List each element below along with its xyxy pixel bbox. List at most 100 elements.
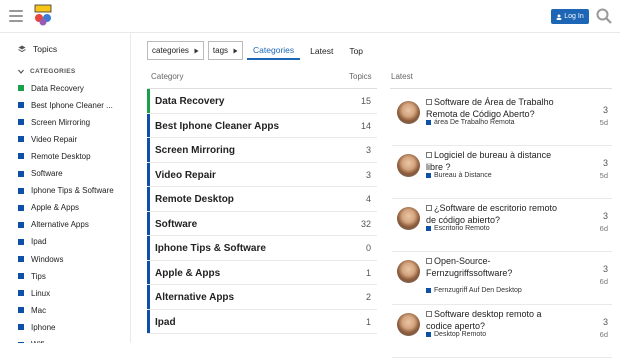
category-row[interactable]: Best Iphone Cleaner Apps 14 bbox=[147, 113, 377, 138]
search-icon[interactable] bbox=[596, 8, 612, 24]
sidebar-category-item[interactable]: Mac bbox=[18, 304, 46, 316]
sidebar-category-item[interactable]: Windows bbox=[18, 253, 63, 265]
topic-activity-age[interactable]: 6d bbox=[600, 224, 608, 233]
category-name-link[interactable]: Data Recovery bbox=[155, 96, 224, 107]
category-color-badge bbox=[18, 85, 24, 91]
category-row[interactable]: Alternative Apps 2 bbox=[147, 285, 377, 310]
site-logo[interactable] bbox=[33, 4, 53, 26]
topic-title-link[interactable]: Software de Área de Trabalho Remota de C… bbox=[426, 97, 566, 120]
sidebar-category-item[interactable]: Software bbox=[18, 168, 63, 180]
topic-category-label: Fernzugriff Auf Den Desktop bbox=[434, 287, 522, 294]
topic-category-badge[interactable]: Escritorio Remoto bbox=[426, 225, 490, 232]
avatar[interactable] bbox=[397, 313, 420, 336]
sidebar-category-item[interactable]: Iphone bbox=[18, 321, 55, 333]
category-name-link[interactable]: Screen Mirroring bbox=[155, 145, 235, 156]
topic-activity-age[interactable]: 5d bbox=[600, 118, 608, 127]
avatar[interactable] bbox=[397, 207, 420, 230]
category-column-header: Category bbox=[151, 72, 184, 81]
avatar[interactable] bbox=[397, 260, 420, 283]
topic-title-link[interactable]: ¿Software de escritorio remoto de código… bbox=[426, 203, 566, 226]
category-color-bar bbox=[147, 309, 150, 333]
latest-column-header: Latest bbox=[391, 72, 413, 81]
category-row[interactable]: Screen Mirroring 3 bbox=[147, 138, 377, 163]
topic-title-link[interactable]: Logiciel de bureau à distance libre ? bbox=[426, 150, 566, 173]
topic-activity-age[interactable]: 5d bbox=[600, 171, 608, 180]
sidebar-category-item[interactable]: Video Repair bbox=[18, 133, 77, 145]
topic-activity-age[interactable]: 6d bbox=[600, 277, 608, 286]
category-topic-count: 1 bbox=[365, 267, 371, 278]
sidebar-categories-toggle[interactable]: CATEGORIES bbox=[18, 68, 76, 75]
category-name-link[interactable]: Apple & Apps bbox=[155, 268, 220, 279]
topic-category-badge[interactable]: Desktop Remoto bbox=[426, 331, 486, 338]
sidebar-category-item[interactable]: Iphone Tips & Software bbox=[18, 185, 114, 197]
categories-dropdown[interactable]: categories bbox=[147, 41, 204, 60]
sidebar-category-label: Data Recovery bbox=[31, 83, 84, 93]
login-button[interactable]: Log In bbox=[551, 9, 589, 24]
tab-top[interactable]: Top bbox=[343, 41, 369, 60]
topic-category-label: Desktop Remoto bbox=[434, 331, 487, 338]
sidebar-category-item[interactable]: Tips bbox=[18, 270, 46, 282]
category-row[interactable]: Video Repair 3 bbox=[147, 162, 377, 187]
sidebar-category-item[interactable]: Wifi bbox=[18, 339, 44, 343]
hamburger-menu-icon[interactable] bbox=[9, 10, 23, 22]
category-color-badge bbox=[426, 173, 431, 178]
sidebar-category-item[interactable]: Ipad bbox=[18, 236, 47, 248]
category-topic-count: 4 bbox=[365, 194, 371, 204]
category-name-link[interactable]: Iphone Tips & Software bbox=[155, 243, 266, 254]
category-color-badge bbox=[18, 238, 24, 245]
sidebar-category-item[interactable]: Data Recovery bbox=[18, 82, 84, 94]
topic-title-link[interactable]: Open-Source-Fernzugriffssoftware? bbox=[426, 256, 566, 279]
sidebar-category-item[interactable]: Best Iphone Cleaner ... bbox=[18, 99, 113, 111]
category-name-link[interactable]: Best Iphone Cleaner Apps bbox=[155, 121, 279, 132]
category-topic-count: 3 bbox=[365, 169, 371, 180]
avatar[interactable] bbox=[397, 101, 420, 124]
sidebar-category-item[interactable]: Screen Mirroring bbox=[18, 116, 90, 128]
category-color-badge bbox=[18, 187, 24, 194]
category-topic-count: 1 bbox=[365, 316, 371, 327]
caret-right-icon bbox=[233, 48, 238, 53]
sidebar-item-topics[interactable]: Topics bbox=[18, 44, 57, 54]
latest-topic-row: Open-Source-Fernzugriffssoftware? Fernzug… bbox=[392, 252, 612, 305]
sidebar-category-item[interactable]: Remote Desktop bbox=[18, 150, 91, 162]
category-color-bar bbox=[147, 236, 150, 260]
topic-category-badge[interactable]: Fernzugriff Auf Den Desktop bbox=[426, 287, 522, 294]
topic-category-badge[interactable]: Bureau à Distance bbox=[426, 172, 492, 179]
category-row[interactable]: Software 32 bbox=[147, 211, 377, 236]
category-row[interactable]: Remote Desktop 4 bbox=[147, 187, 377, 212]
category-row[interactable]: Iphone Tips & Software 0 bbox=[147, 236, 377, 261]
category-row[interactable]: Data Recovery 15 bbox=[147, 89, 377, 114]
tab-categories[interactable]: Categories bbox=[247, 41, 301, 60]
topic-category-badge[interactable]: área De Trabalho Remota bbox=[426, 119, 515, 126]
sidebar-category-label: Apple & Apps bbox=[31, 203, 80, 213]
topic-status-icon bbox=[426, 258, 432, 264]
topic-status-icon bbox=[426, 152, 432, 158]
category-topic-count: 2 bbox=[365, 292, 371, 302]
sidebar-category-item[interactable]: Linux bbox=[18, 287, 50, 299]
topic-title-link[interactable]: Software desktop remoto a codice aperto? bbox=[426, 309, 566, 332]
category-name-link[interactable]: Ipad bbox=[155, 317, 176, 328]
category-name-link[interactable]: Alternative Apps bbox=[155, 292, 234, 303]
sidebar-category-label: Remote Desktop bbox=[31, 151, 91, 161]
topic-status-icon bbox=[426, 205, 432, 211]
topic-title-text: Logiciel de bureau à distance libre ? bbox=[426, 150, 552, 172]
category-color-badge bbox=[18, 136, 24, 143]
sidebar-category-label: Software bbox=[31, 169, 63, 178]
category-name-link[interactable]: Software bbox=[155, 219, 197, 230]
tags-dropdown[interactable]: tags bbox=[207, 41, 244, 60]
sidebar-category-item[interactable]: Apple & Apps bbox=[18, 202, 79, 214]
topic-post-count: 3 bbox=[602, 211, 608, 221]
category-row[interactable]: Ipad 1 bbox=[147, 309, 377, 334]
sidebar-category-label: Linux bbox=[31, 288, 51, 298]
topic-activity-age[interactable]: 6d bbox=[600, 330, 608, 339]
avatar[interactable] bbox=[397, 154, 420, 177]
category-color-badge bbox=[18, 307, 24, 314]
category-name-link[interactable]: Remote Desktop bbox=[155, 194, 234, 205]
caret-right-icon bbox=[194, 48, 199, 53]
category-color-bar bbox=[147, 187, 150, 211]
sidebar-category-item[interactable]: Alternative Apps bbox=[18, 219, 89, 231]
category-color-badge bbox=[426, 226, 431, 231]
category-row[interactable]: Apple & Apps 1 bbox=[147, 260, 377, 285]
layers-icon bbox=[18, 45, 26, 53]
tab-latest[interactable]: Latest bbox=[304, 41, 339, 60]
category-name-link[interactable]: Video Repair bbox=[155, 170, 216, 181]
